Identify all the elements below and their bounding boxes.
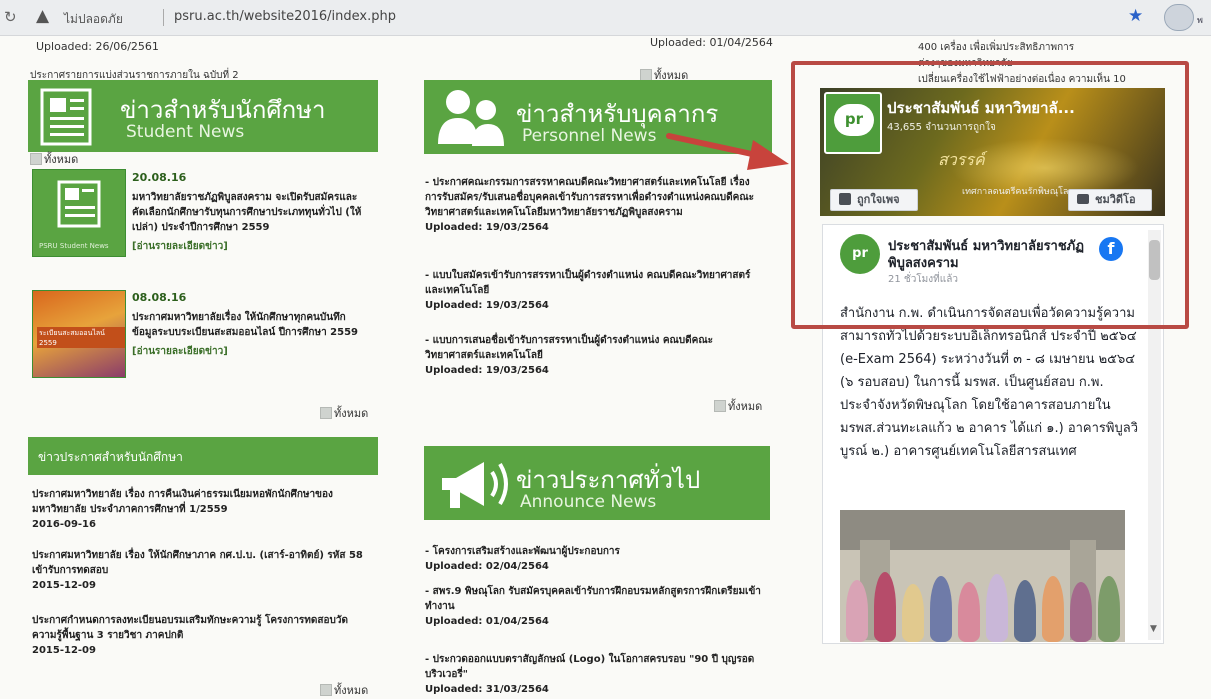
uploaded-date-mid: Uploaded: 01/04/2564 [650, 36, 773, 49]
announcement-date: 2015-12-09 [32, 645, 96, 656]
uploaded-date-left: Uploaded: 26/06/2561 [36, 40, 159, 53]
student-news-more-top[interactable]: ทั้งหมด [30, 150, 78, 168]
bookmark-star-icon[interactable]: ★ [1128, 6, 1143, 26]
photo-person [902, 584, 924, 642]
personnel-news-item[interactable]: - แบบใบสมัครเข้ารับการสรรหาเป็นผู้ดำรงตำ… [425, 268, 765, 313]
student-announce-more[interactable]: ทั้งหมด [320, 681, 368, 699]
fragment-right-line1: 400 เครื่อง เพื่อเพิ่มประสิทธิภาพการ [918, 42, 1075, 53]
announcement-date: 2016-09-16 [32, 519, 96, 530]
photo-person [874, 572, 896, 642]
more-icon [30, 153, 42, 165]
newspaper-icon [57, 180, 101, 228]
browser-toolbar: ↻ ▲ ไม่ปลอดภัย psru.ac.th/website2016/in… [0, 0, 1211, 36]
uploaded-date: Uploaded: 19/03/2564 [425, 300, 549, 311]
announcement-date: 2015-12-09 [32, 580, 96, 591]
warning-icon[interactable]: ▲ [36, 6, 49, 26]
profile-avatar[interactable] [1164, 4, 1194, 31]
announcement-item[interactable]: ประกาศมหาวิทยาลัย เรื่อง การคืนเงินค่าธร… [32, 487, 372, 532]
scroll-down-icon[interactable]: ▼ [1150, 624, 1157, 634]
announce-news-item[interactable]: - โครงการเสริมสร้างและพัฒนาผู้ประกอบการ … [425, 544, 770, 574]
personnel-news-item[interactable]: - ประกาศคณะกรรมการสรรหาคณบดีคณะวิทยาศาสต… [425, 175, 765, 235]
newspaper-icon [40, 88, 92, 146]
announce-news-banner[interactable]: ข่าวประกาศทั่วไป Announce News [424, 446, 770, 520]
address-bar-url[interactable]: psru.ac.th/website2016/index.php [174, 9, 396, 24]
photo-person [1042, 576, 1064, 642]
announcement-item[interactable]: ประกาศมหาวิทยาลัย เรื่อง ให้นักศึกษาภาค … [32, 548, 372, 593]
people-icon [438, 90, 504, 146]
student-news-item: 20.08.16 มหาวิทยาลัยราชภัฏพิบูลสงคราม จะ… [132, 171, 370, 254]
address-divider [163, 9, 164, 26]
read-more-link[interactable]: [อ่านรายละเอียดข่าว] [132, 344, 370, 359]
annotation-arrow-icon [666, 133, 789, 170]
personnel-news-more[interactable]: ทั้งหมด [714, 397, 762, 415]
student-news-banner[interactable]: ข่าวสำหรับนักศึกษา Student News [28, 80, 378, 152]
read-more-link[interactable]: [อ่านรายละเอียดข่าว] [132, 239, 370, 254]
announce-news-title-en: Announce News [520, 492, 657, 512]
uploaded-date: Uploaded: 19/03/2564 [425, 365, 549, 376]
profile-avatar-label: พ [1197, 16, 1203, 26]
news-date: 20.08.16 [132, 171, 187, 184]
photo-person [846, 580, 868, 642]
uploaded-date: Uploaded: 01/04/2564 [425, 616, 549, 627]
uploaded-date: Uploaded: 02/04/2564 [425, 561, 549, 572]
megaphone-icon [442, 462, 508, 508]
photo-person [1098, 576, 1120, 642]
uploaded-date: Uploaded: 19/03/2564 [425, 222, 549, 233]
personnel-news-title-en: Personnel News [522, 126, 657, 146]
announcement-item[interactable]: ประกาศกำหนดการลงทะเบียนอบรมเสริมทักษะควา… [32, 613, 372, 658]
student-news-item: 08.08.16 ประกาศมหาวิทยาลัยเรื่อง ให้นักศ… [132, 291, 370, 359]
announce-news-item[interactable]: - ประกวดออกแบบตราสัญลักษณ์ (Logo) ในโอกา… [425, 652, 770, 697]
more-icon [320, 407, 332, 419]
student-news-title-en: Student News [126, 122, 245, 142]
photo-person [958, 582, 980, 642]
student-news-thumb-2[interactable]: ระเบียนสะสมออนไลน์ 2559 [32, 290, 126, 378]
news-date: 08.08.16 [132, 291, 187, 304]
insecure-label[interactable]: ไม่ปลอดภัย [64, 10, 123, 29]
photo-person [1070, 582, 1092, 642]
announce-news-item[interactable]: - สพร.9 พิษณุโลก รับสมัครบุคคลเข้ารับการ… [425, 584, 770, 629]
student-news-more-bottom[interactable]: ทั้งหมด [320, 404, 368, 422]
student-announce-banner[interactable]: ข่าวประกาศสำหรับนักศึกษา [28, 437, 378, 475]
personnel-news-item[interactable]: - แบบการเสนอชื่อเข้ารับการสรรหาเป็นผู้ดำ… [425, 333, 765, 378]
reload-icon[interactable]: ↻ [4, 8, 17, 26]
more-icon [714, 400, 726, 412]
thumb-caption: PSRU Student News [39, 242, 109, 250]
more-icon [320, 684, 332, 696]
facebook-highlight-frame [791, 61, 1189, 329]
news-text[interactable]: ประกาศมหาวิทยาลัยเรื่อง ให้นักศึกษาทุกคน… [132, 310, 370, 340]
post-photo[interactable] [840, 510, 1125, 642]
student-announce-title: ข่าวประกาศสำหรับนักศึกษา [38, 450, 183, 464]
photo-person [930, 576, 952, 642]
thumb-caption: ระเบียนสะสมออนไลน์ 2559 [37, 327, 125, 348]
news-text[interactable]: มหาวิทยาลัยราชภัฏพิบูลสงคราม จะเปิดรับสม… [132, 190, 370, 235]
student-news-thumb-1[interactable]: PSRU Student News [32, 169, 126, 257]
photo-person [1014, 580, 1036, 642]
photo-person [986, 574, 1008, 642]
uploaded-date: Uploaded: 31/03/2564 [425, 684, 549, 695]
